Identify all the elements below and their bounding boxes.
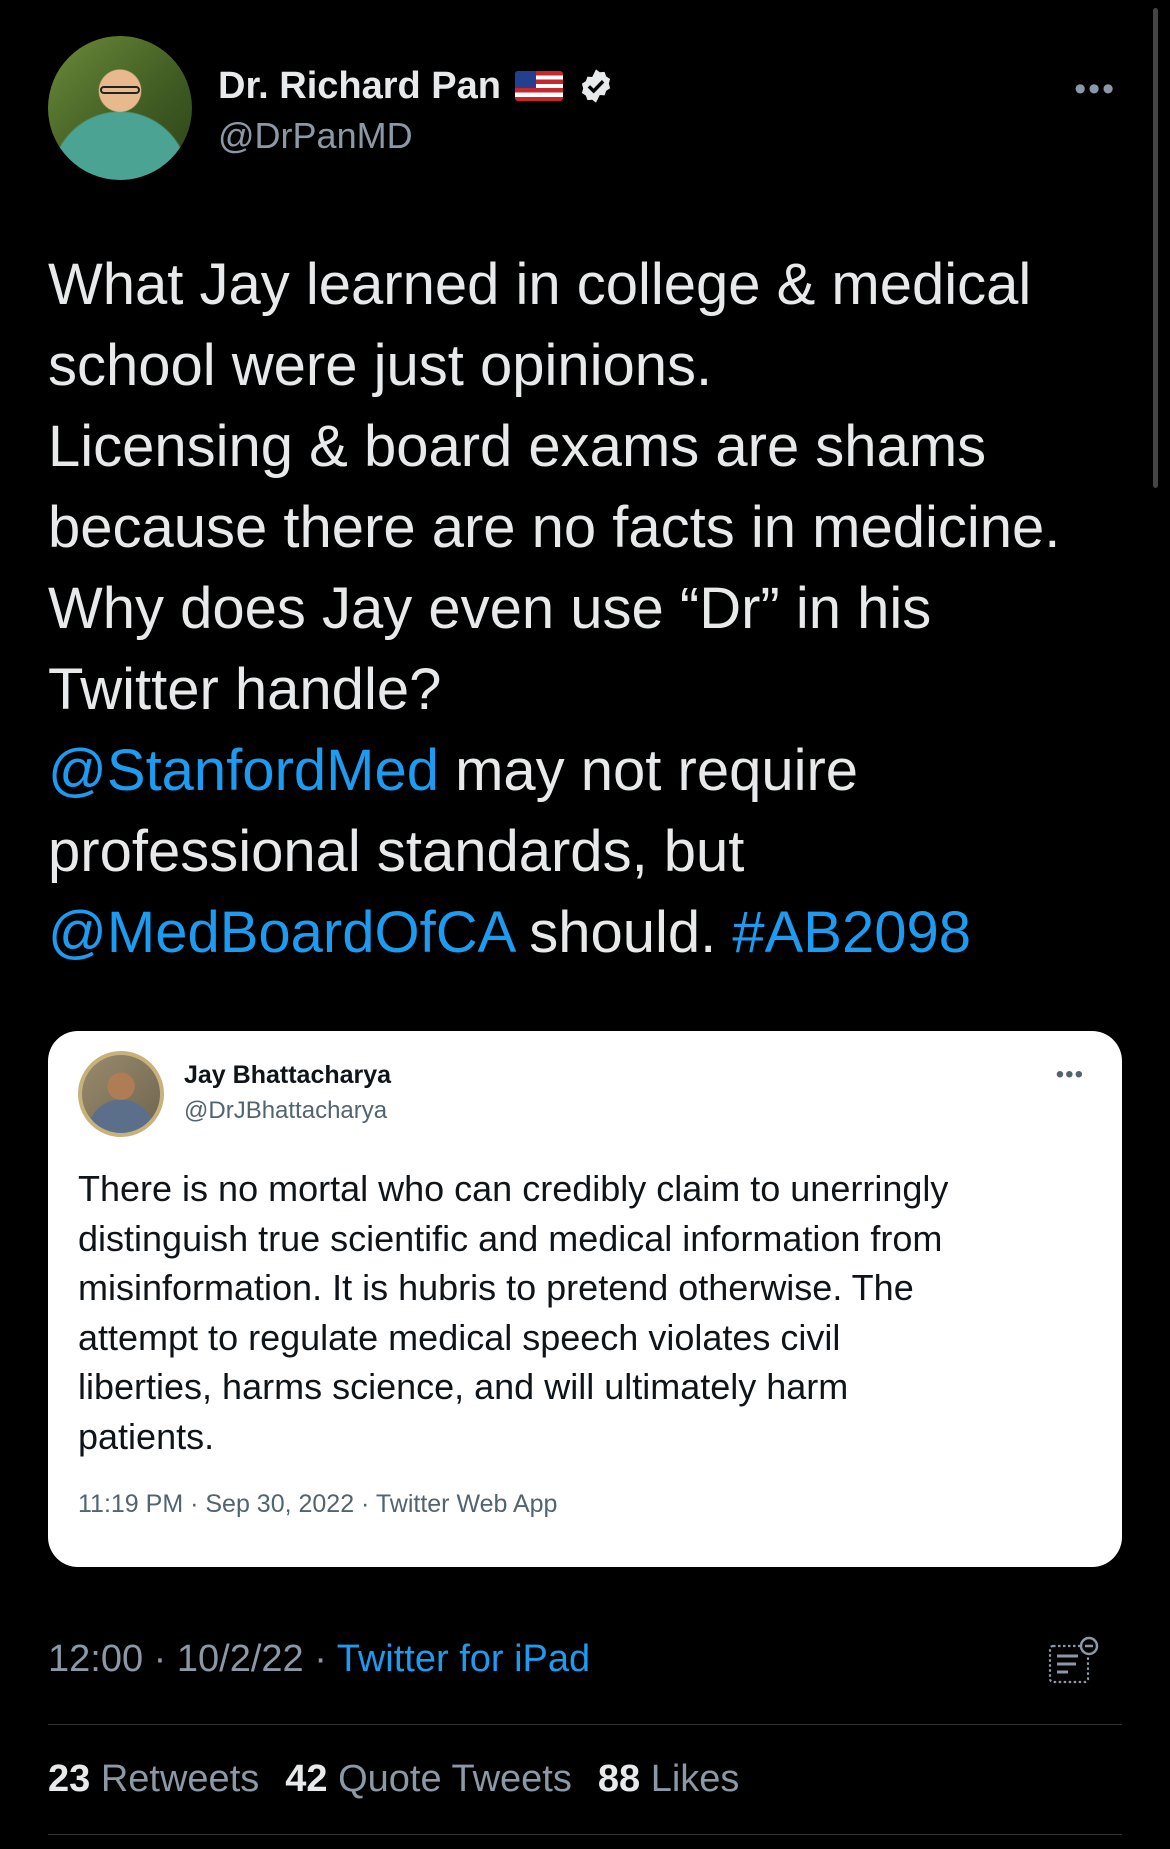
tweet-meta: 12:00 · 10/2/22 · Twitter for iPad [48,1638,590,1681]
mention-link[interactable]: @StanfordMed [48,738,439,803]
tweet-text-segment: Why does Jay even use “Dr” in his [48,576,932,641]
us-flag-icon [514,71,563,101]
tweet-text-line: because there are no facts in medicine. [48,487,1128,568]
tweet-text-segment: Licensing & board exams are shams [48,414,987,479]
likes-stat[interactable]: 88 Likes [598,1758,740,1801]
display-name-row: Dr. Richard Pan [218,59,615,113]
tweet-text-segment: What Jay learned in college & medical [48,252,1032,317]
author-handle[interactable]: @DrPanMD [218,115,615,157]
tweet-text-line: What Jay learned in college & medical [48,244,1128,325]
tweet-author[interactable]: Dr. Richard Pan @DrPanMD [48,36,615,180]
quoted-text-line: patients. [78,1415,215,1457]
tweet-timestamp[interactable]: 12:00 · 10/2/22 · [48,1638,337,1680]
quoted-text-line: distinguish true scientific and medical … [78,1217,943,1259]
more-options-icon[interactable]: ••• [1074,70,1116,109]
quoted-text-line: misinformation. It is hubris to pretend … [78,1267,914,1308]
quote-tweets-stat[interactable]: 42 Quote Tweets [285,1758,572,1801]
tweet-stats: 23 Retweets 42 Quote Tweets 88 Likes [48,1758,765,1801]
hashtag-link[interactable]: #AB2098 [732,900,971,965]
tweet-text-segment: school were just opinions. [48,333,713,398]
quoted-meta: 11:19 PM · Sep 30, 2022 · Twitter Web Ap… [78,1490,558,1518]
tweet-text-line: @StanfordMed may not require [48,730,1128,811]
retweets-stat[interactable]: 23 Retweets [48,1758,259,1801]
avatar[interactable] [48,36,192,180]
tweet-text-line: professional standards, but [48,811,1128,892]
quoted-tweet-card[interactable]: Jay Bhattacharya @DrJBhattacharya ••• Th… [48,1031,1122,1567]
tweet-text-segment: may not require [438,738,859,803]
tweet-text-segment: should. [513,900,733,965]
quoted-text: There is no mortal who can credibly clai… [78,1164,1098,1461]
tweet-text: What Jay learned in college & medical sch… [48,244,1128,973]
quoted-display-name: Jay Bhattacharya [184,1061,392,1089]
divider [48,1724,1122,1725]
display-name[interactable]: Dr. Richard Pan [218,65,501,108]
quoted-text-line: There is no mortal who can credibly clai… [78,1168,949,1209]
divider [48,1834,1122,1835]
quoted-avatar [78,1051,164,1137]
tweet-text-line: Twitter handle? [48,649,1128,730]
quoted-text-line: liberties, harms science, and will ultim… [78,1366,849,1407]
quoted-handle: @DrJBhattacharya [184,1097,388,1124]
tweet-text-line: @MedBoardOfCA should. #AB2098 [48,892,1128,973]
tweet-text-segment: professional standards, but [48,819,745,884]
tweet-text-line: school were just opinions. [48,325,1128,406]
mention-link[interactable]: @MedBoardOfCA [48,900,513,965]
tweet-text-segment: Twitter handle? [48,657,442,722]
scrollbar[interactable] [1153,8,1158,488]
quoted-more-icon: ••• [1055,1061,1084,1088]
tweet-source-link[interactable]: Twitter for iPad [337,1638,590,1680]
author-names: Dr. Richard Pan @DrPanMD [218,59,615,157]
verified-badge-icon [581,69,611,103]
tweet-text-segment: because there are no facts in medicine. [48,495,1061,560]
tweet-text-line: Why does Jay even use “Dr” in his [48,568,1128,649]
quoted-text-line: attempt to regulate medical speech viola… [78,1316,841,1358]
tweet-text-line: Licensing & board exams are shams [48,406,1128,487]
analytics-icon[interactable] [1046,1634,1102,1690]
